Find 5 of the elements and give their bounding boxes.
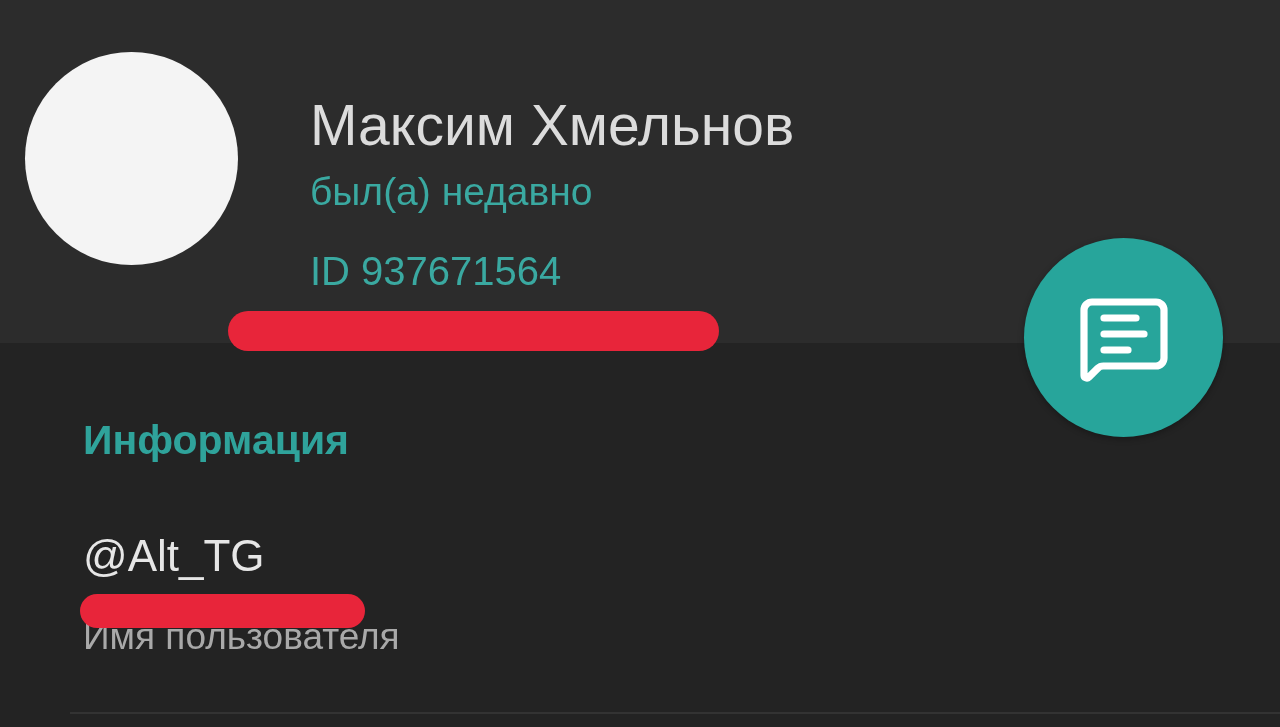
last-seen-status: был(а) недавно bbox=[310, 169, 593, 215]
section-heading: Информация bbox=[83, 416, 350, 465]
user-id: ID 937671564 bbox=[310, 246, 562, 296]
username: @Alt_TG bbox=[83, 530, 265, 582]
contact-name: Максим Хмельнов bbox=[310, 92, 795, 159]
